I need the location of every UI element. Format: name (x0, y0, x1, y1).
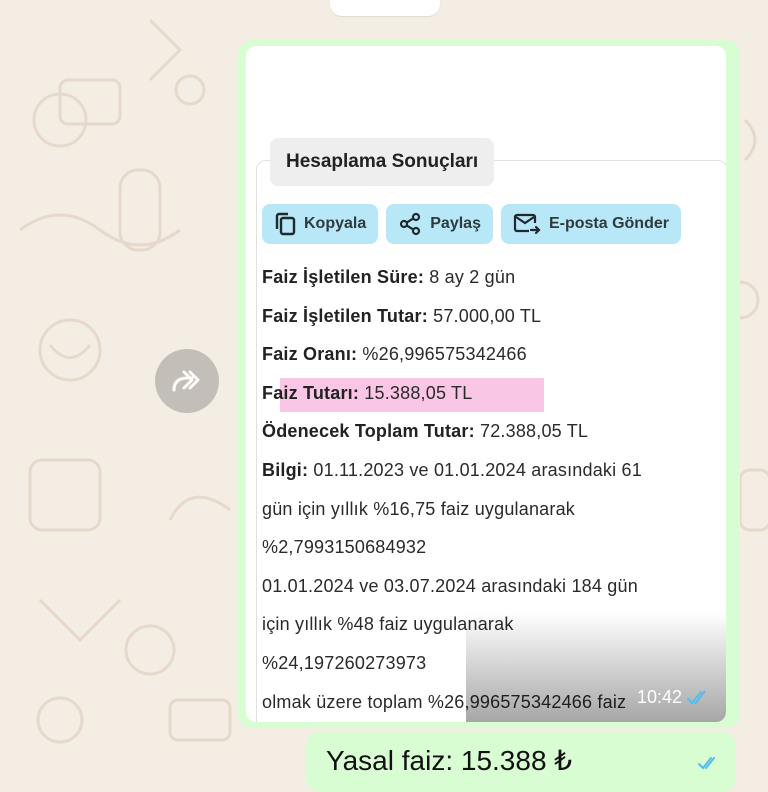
forward-button[interactable] (155, 349, 219, 413)
result-value: %26,996575342466 (357, 344, 527, 365)
info-line: %2,7993150684932 (262, 537, 427, 558)
share-icon (400, 212, 421, 236)
copy-label: Kopyala (304, 215, 367, 232)
email-send-icon (513, 213, 541, 235)
email-send-label: E-posta Gönder (548, 215, 669, 232)
info-line: 01.01.2024 ve 03.07.2024 arasındaki 184 … (262, 575, 638, 596)
result-row: Faiz İşletilen Tutar: 57.000,00 TL (262, 297, 722, 336)
email-send-button[interactable]: E-posta Gönder (500, 204, 681, 244)
result-row: Faiz İşletilen Süre: 8 ay 2 gün (262, 258, 722, 297)
result-value: 15.388,05 TL (359, 382, 473, 403)
result-row: Ödenecek Toplam Tutar: 72.388,05 TL (262, 412, 722, 451)
result-row-highlighted: Faiz Tutarı: 15.388,05 TL (262, 374, 722, 413)
copy-button[interactable]: Kopyala (262, 204, 379, 244)
result-value: 8 ay 2 gün (424, 267, 516, 287)
result-label: Faiz Oranı: (262, 344, 358, 365)
result-value: 72.388,05 TL (474, 421, 589, 442)
date-chip (330, 0, 440, 16)
copy-icon (275, 212, 296, 236)
forward-icon (172, 370, 200, 392)
outgoing-text-bubble[interactable]: Yasal faiz: 15.388 ₺ (306, 732, 736, 792)
outgoing-message-bubble[interactable]: Hesaplama Sonuçları Kopyala Paylaş E-pos… (238, 40, 740, 728)
result-label: Bilgi: (262, 459, 309, 480)
card-title: Hesaplama Sonuçları (270, 138, 495, 186)
result-row: Faiz Oranı: %26,996575342466 (262, 335, 722, 374)
action-buttons: Kopyala Paylaş E-posta Gönder (262, 204, 681, 244)
read-receipt-icon (687, 690, 706, 705)
result-label: Ödenecek Toplam Tutar: (262, 421, 475, 442)
message-text: Yasal faiz: 15.388 ₺ (326, 745, 573, 776)
result-label: Faiz İşletilen Tutar: (262, 305, 428, 326)
result-label: Faiz Tutarı: (262, 382, 360, 403)
share-button[interactable]: Paylaş (386, 204, 493, 244)
result-label: Faiz İşletilen Süre: (262, 267, 425, 287)
share-label: Paylaş (430, 215, 481, 232)
result-value: 57.000,00 TL (427, 305, 542, 326)
image-message[interactable]: Hesaplama Sonuçları Kopyala Paylaş E-pos… (246, 46, 726, 722)
info-line: gün için yıllık %16,75 faiz uygulanarak (262, 498, 575, 519)
result-row: Bilgi: 01.11.2023 ve 01.01.2024 arasında… (262, 451, 722, 490)
result-value: 01.11.2023 ve 01.01.2024 arasındaki 61 (308, 459, 642, 480)
message-time: 10:42 (636, 687, 682, 707)
